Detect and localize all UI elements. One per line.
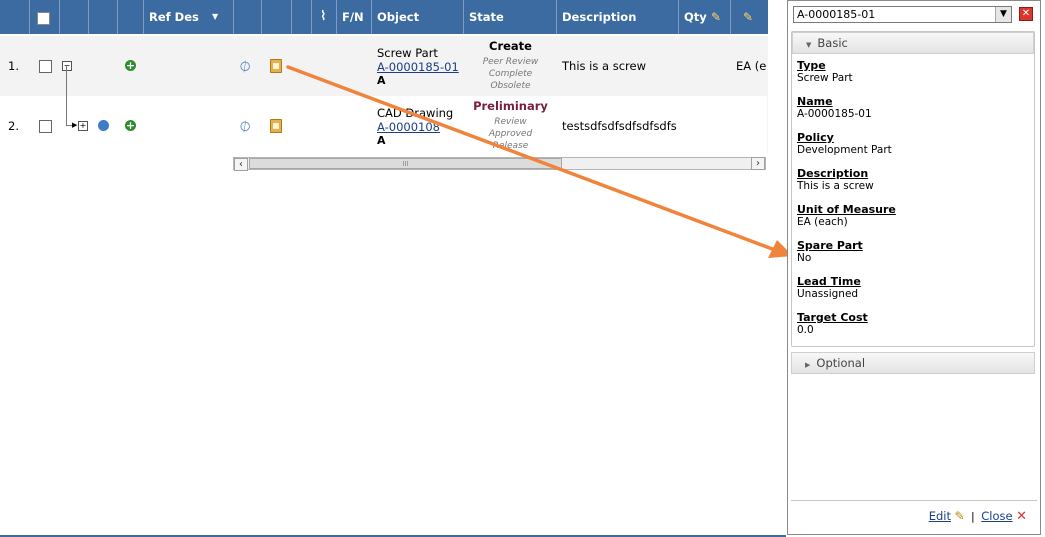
field-value: Screw Part [797,72,853,84]
field-label: Description [797,167,869,180]
optional-section-header[interactable]: ▶ Optional [791,352,1035,374]
field-description: Description This is a screw [797,167,1034,203]
expanded-triangle-icon: ▼ [806,41,812,49]
field-list: Type Screw Part Name A-0000185-01 Policy… [792,54,1034,347]
close-icon[interactable]: ✕ [1016,509,1027,524]
field-type: Type Screw Part [797,59,1034,95]
optional-label: Optional [816,356,866,370]
properties-panel: A-0000185-01 ▼ ✕ ▼ Basic Type Screw Part … [787,0,1041,535]
basic-label: Basic [817,36,848,50]
field-label: Policy [797,131,834,144]
field-unit-of-measure: Unit of Measure EA (each) [797,203,1034,239]
edit-link[interactable]: Edit [929,509,951,523]
field-target-cost: Target Cost 0.0 [797,311,1034,347]
field-value: This is a screw [797,180,874,192]
footer-actions: Edit ✎ | Close ✕ [929,509,1027,524]
field-label: Spare Part [797,239,863,252]
basic-section-header[interactable]: ▼ Basic [792,32,1034,54]
panel-footer: Edit ✎ | Close ✕ [791,500,1037,532]
field-label: Unit of Measure [797,203,896,216]
arrow-shaft [286,65,777,252]
field-value: A-0000185-01 [797,108,872,120]
dropdown-arrow-icon[interactable]: ▼ [995,7,1011,22]
field-spare-part: Spare Part No [797,239,1034,275]
field-label: Lead Time [797,275,861,288]
close-icon[interactable]: ✕ [1019,7,1033,21]
field-label: Type [797,59,826,72]
field-name: Name A-0000185-01 [797,95,1034,131]
basic-section: ▼ Basic Type Screw Part Name A-0000185-01… [791,31,1035,347]
selected-object-value: A-0000185-01 [797,8,876,21]
object-select[interactable]: A-0000185-01 ▼ [793,6,1012,23]
field-label: Target Cost [797,311,868,324]
footer-separator: | [971,510,975,523]
collapsed-triangle-icon: ▶ [805,361,811,369]
field-policy: Policy Development Part [797,131,1034,167]
field-value: 0.0 [797,324,814,336]
field-value: EA (each) [797,216,848,228]
field-lead-time: Lead Time Unassigned [797,275,1034,311]
field-value: No [797,252,812,264]
edit-icon[interactable]: ✎ [954,509,964,523]
field-label: Name [797,95,833,108]
field-value: Development Part [797,144,892,156]
close-link[interactable]: Close [981,509,1012,523]
field-value: Unassigned [797,288,859,300]
